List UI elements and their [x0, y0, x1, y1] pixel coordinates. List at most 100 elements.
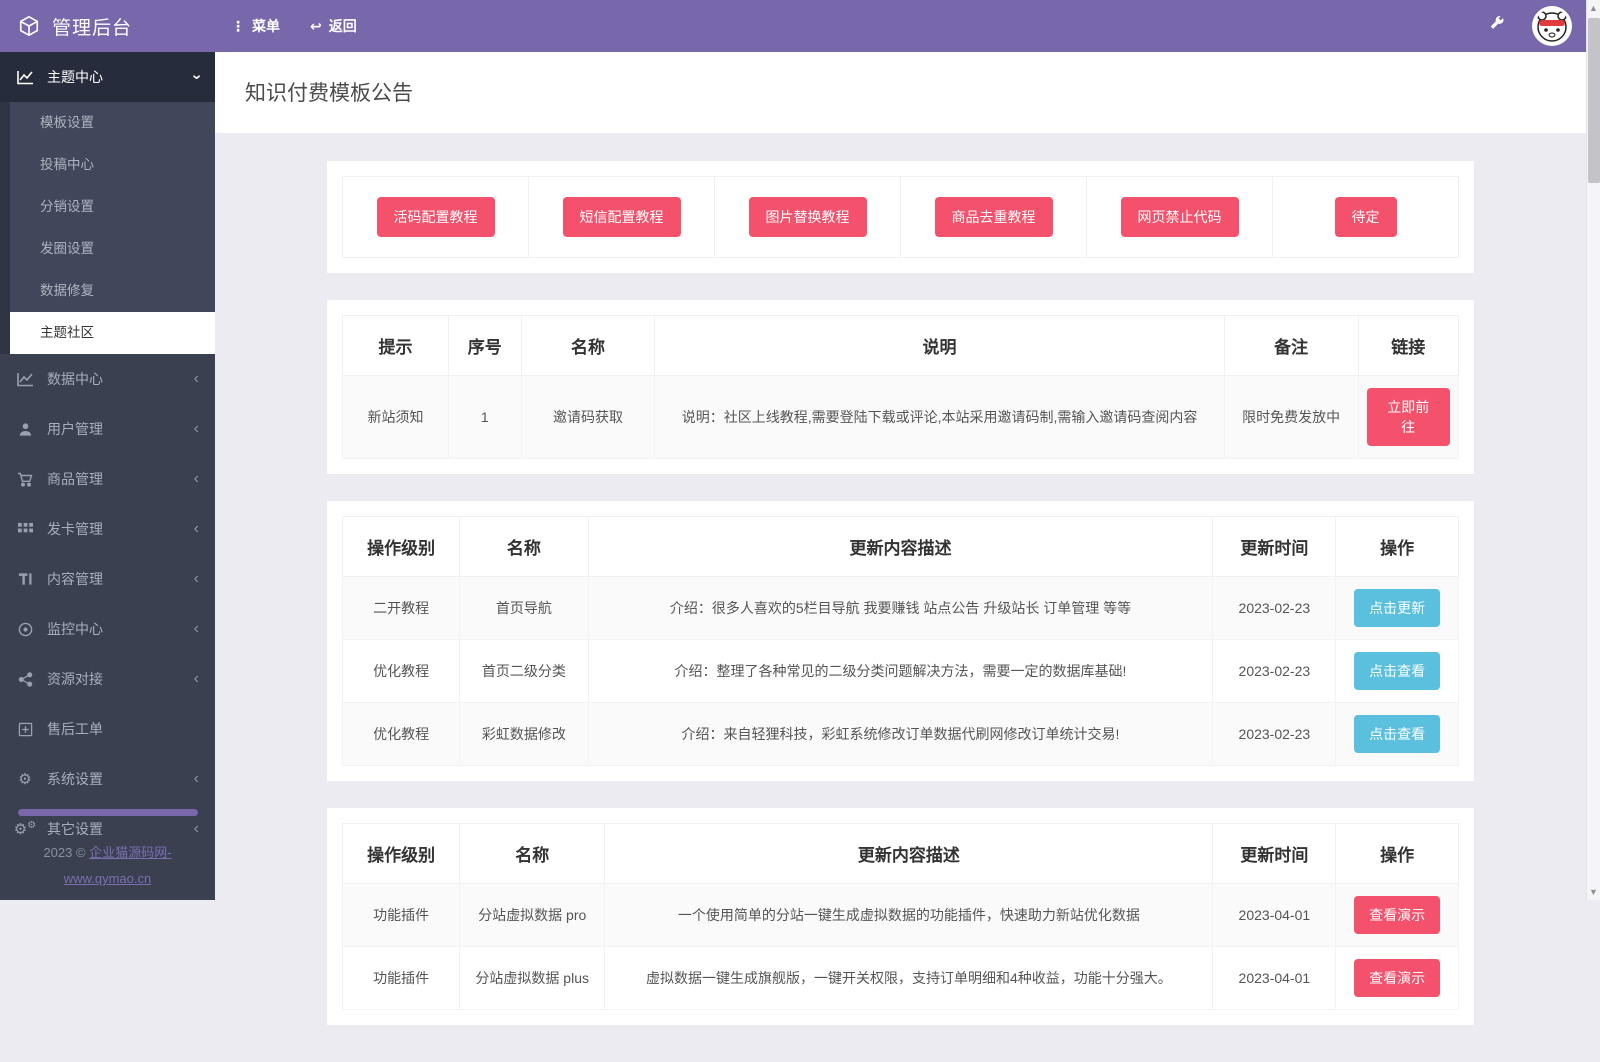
- app-logo[interactable]: 管理后台: [0, 13, 215, 40]
- brand-title: 管理后台: [52, 13, 132, 40]
- chevron-left-icon: ‹: [194, 370, 199, 388]
- cell-date: 2023-04-01: [1213, 884, 1336, 947]
- cell-desc: 介绍：整理了各种常见的二级分类问题解决方法，需要一定的数据库基础!: [588, 640, 1213, 703]
- sidebar-item-label: 内容管理: [47, 569, 103, 589]
- column-header: 更新时间: [1213, 517, 1336, 577]
- vertical-scrollbar[interactable]: ▲ ▼: [1586, 0, 1600, 900]
- scroll-down-arrow-icon[interactable]: ▼: [1587, 884, 1600, 900]
- view-demo-button[interactable]: 查看演示: [1354, 896, 1440, 934]
- click-update-button[interactable]: 点击更新: [1354, 589, 1440, 627]
- vertical-dots-icon: ⋮: [231, 18, 245, 35]
- column-header: 更新时间: [1213, 824, 1336, 884]
- column-header: 名称: [460, 824, 605, 884]
- share-nodes-icon: [16, 672, 34, 687]
- notice-table: 提示 序号 名称 说明 备注 链接 新站须知 1 邀请码获取 说明：社区上线教程…: [342, 315, 1459, 459]
- chevron-down-icon: ›: [187, 74, 205, 79]
- cube-logo-icon: [18, 15, 40, 37]
- cell-desc: 说明：社区上线教程,需要登陆下载或评论,本站采用邀请码制,需输入邀请码查阅内容: [655, 376, 1224, 459]
- sidebar-item-aftersale-tickets[interactable]: 售后工单: [0, 704, 215, 754]
- gear-icon: ⚙: [16, 770, 34, 788]
- sidebar-item-label: 商品管理: [47, 469, 103, 489]
- sidebar-item-product-management[interactable]: 商品管理 ‹: [0, 454, 215, 504]
- cell-level: 功能插件: [343, 947, 460, 1010]
- sidebar-item-card-management[interactable]: 发卡管理 ‹: [0, 504, 215, 554]
- column-header: 操作级别: [343, 824, 460, 884]
- footer-divider-bar: [18, 809, 198, 816]
- sidebar-item-label: 主题中心: [47, 67, 103, 87]
- plugin-table: 操作级别 名称 更新内容描述 更新时间 操作 功能插件 分站虚拟数据 pro 一…: [342, 823, 1459, 1010]
- scroll-up-arrow-icon[interactable]: ▲: [1587, 0, 1600, 16]
- column-header: 提示: [343, 316, 449, 376]
- column-header: 链接: [1358, 316, 1458, 376]
- tutorial-table-card: 操作级别 名称 更新内容描述 更新时间 操作 二开教程 首页导航 介绍：很多人喜…: [327, 501, 1474, 781]
- main-content: 知识付费模板公告 活码配置教程 短信配置教程 图片替换教程 商品去重教程 网页禁…: [215, 52, 1586, 1062]
- sidebar-item-label: 资源对接: [47, 669, 103, 689]
- plugin-table-card: 操作级别 名称 更新内容描述 更新时间 操作 功能插件 分站虚拟数据 pro 一…: [327, 808, 1474, 1025]
- table-row: 二开教程 首页导航 介绍：很多人喜欢的5栏目导航 我要赚钱 站点公告 升级站长 …: [343, 577, 1459, 640]
- user-avatar[interactable]: [1532, 6, 1572, 46]
- sidebar-item-content-management[interactable]: 内容管理 ‹: [0, 554, 215, 604]
- sidebar-item-resource-docking[interactable]: 资源对接 ‹: [0, 654, 215, 704]
- submenu-item-theme-community[interactable]: 主题社区: [10, 312, 215, 354]
- cell-name: 首页二级分类: [460, 640, 588, 703]
- plus-square-icon: [16, 722, 34, 737]
- site-name-link[interactable]: 企业猫源码网-: [89, 845, 171, 860]
- cell-level: 功能插件: [343, 884, 460, 947]
- submenu-item-template-settings[interactable]: 模板设置: [10, 102, 215, 144]
- column-header: 操作: [1336, 824, 1459, 884]
- tutorial-button-dedupe[interactable]: 商品去重教程: [935, 197, 1053, 237]
- tutorial-table: 操作级别 名称 更新内容描述 更新时间 操作 二开教程 首页导航 介绍：很多人喜…: [342, 516, 1459, 766]
- sidebar-item-theme-center[interactable]: 主题中心 ›: [0, 52, 215, 102]
- sidebar-item-data-center[interactable]: 数据中心 ‹: [0, 354, 215, 404]
- cell-name: 分站虚拟数据 plus: [460, 947, 605, 1010]
- copyright-text: 2023 ©: [43, 845, 89, 860]
- table-row: 优化教程 彩虹数据修改 介绍：来自轻狸科技，彩虹系统修改订单数据代刷网修改订单统…: [343, 703, 1459, 766]
- click-view-button[interactable]: 点击查看: [1354, 652, 1440, 690]
- chevron-left-icon: ‹: [194, 620, 199, 638]
- dot-circle-icon: [16, 622, 34, 637]
- page-title-bar: 知识付费模板公告: [215, 52, 1586, 133]
- column-header: 操作: [1336, 517, 1459, 577]
- wrench-icon[interactable]: [1488, 15, 1506, 38]
- submenu-item-data-repair[interactable]: 数据修复: [10, 270, 215, 312]
- table-row: 功能插件 分站虚拟数据 plus 虚拟数据一键生成旗舰版，一键开关权限，支持订单…: [343, 947, 1459, 1010]
- grid-icon: [16, 522, 34, 537]
- cell-name: 邀请码获取: [521, 376, 655, 459]
- chevron-left-icon: ‹: [194, 520, 199, 538]
- submenu-item-distribution-settings[interactable]: 分销设置: [10, 186, 215, 228]
- sidebar-item-system-settings[interactable]: ⚙ 系统设置 ‹: [0, 754, 215, 804]
- submenu-item-submission-center[interactable]: 投稿中心: [10, 144, 215, 186]
- chevron-left-icon: ‹: [194, 570, 199, 588]
- chevron-left-icon: ‹: [194, 420, 199, 438]
- cell-desc: 一个使用简单的分站一键生成虚拟数据的功能插件，快速助力新站优化数据: [605, 884, 1213, 947]
- back-button[interactable]: ↩ 返回: [310, 16, 357, 36]
- column-header: 名称: [460, 517, 588, 577]
- chevron-left-icon: ‹: [194, 670, 199, 688]
- chart-line-icon: [16, 372, 34, 387]
- back-label: 返回: [329, 16, 357, 36]
- column-header: 备注: [1224, 316, 1358, 376]
- cart-icon: [16, 472, 34, 487]
- cell-desc: 虚拟数据一键生成旗舰版，一键开关权限，支持订单明细和4种收益，功能十分强大。: [605, 947, 1213, 1010]
- tutorial-button-sms[interactable]: 短信配置教程: [563, 197, 681, 237]
- site-url-link[interactable]: www.qymao.cn: [64, 871, 151, 886]
- tutorial-button-tbd[interactable]: 待定: [1335, 197, 1397, 237]
- click-view-button[interactable]: 点击查看: [1354, 715, 1440, 753]
- tutorial-button-livecode[interactable]: 活码配置教程: [377, 197, 495, 237]
- menu-toggle-button[interactable]: ⋮ 菜单: [231, 16, 280, 36]
- sidebar-item-monitor-center[interactable]: 监控中心 ‹: [0, 604, 215, 654]
- sidebar-item-user-management[interactable]: 用户管理 ‹: [0, 404, 215, 454]
- tutorial-button-image-replace[interactable]: 图片替换教程: [749, 197, 867, 237]
- scrollbar-thumb[interactable]: [1588, 18, 1600, 183]
- cell-name: 彩虹数据修改: [460, 703, 588, 766]
- table-row: 新站须知 1 邀请码获取 说明：社区上线教程,需要登陆下载或评论,本站采用邀请码…: [343, 376, 1459, 459]
- column-header: 操作级别: [343, 517, 460, 577]
- view-demo-button[interactable]: 查看演示: [1354, 959, 1440, 997]
- theme-center-submenu: 模板设置 投稿中心 分销设置 发圈设置 数据修复 主题社区: [0, 102, 215, 354]
- sidebar-item-label: 数据中心: [47, 369, 103, 389]
- cell-tip: 新站须知: [343, 376, 449, 459]
- sidebar: 主题中心 › 模板设置 投稿中心 分销设置 发圈设置 数据修复 主题社区 数据中…: [0, 52, 215, 900]
- submenu-item-moments-settings[interactable]: 发圈设置: [10, 228, 215, 270]
- go-now-button[interactable]: 立即前往: [1367, 388, 1450, 446]
- tutorial-button-block-code[interactable]: 网页禁止代码: [1121, 197, 1239, 237]
